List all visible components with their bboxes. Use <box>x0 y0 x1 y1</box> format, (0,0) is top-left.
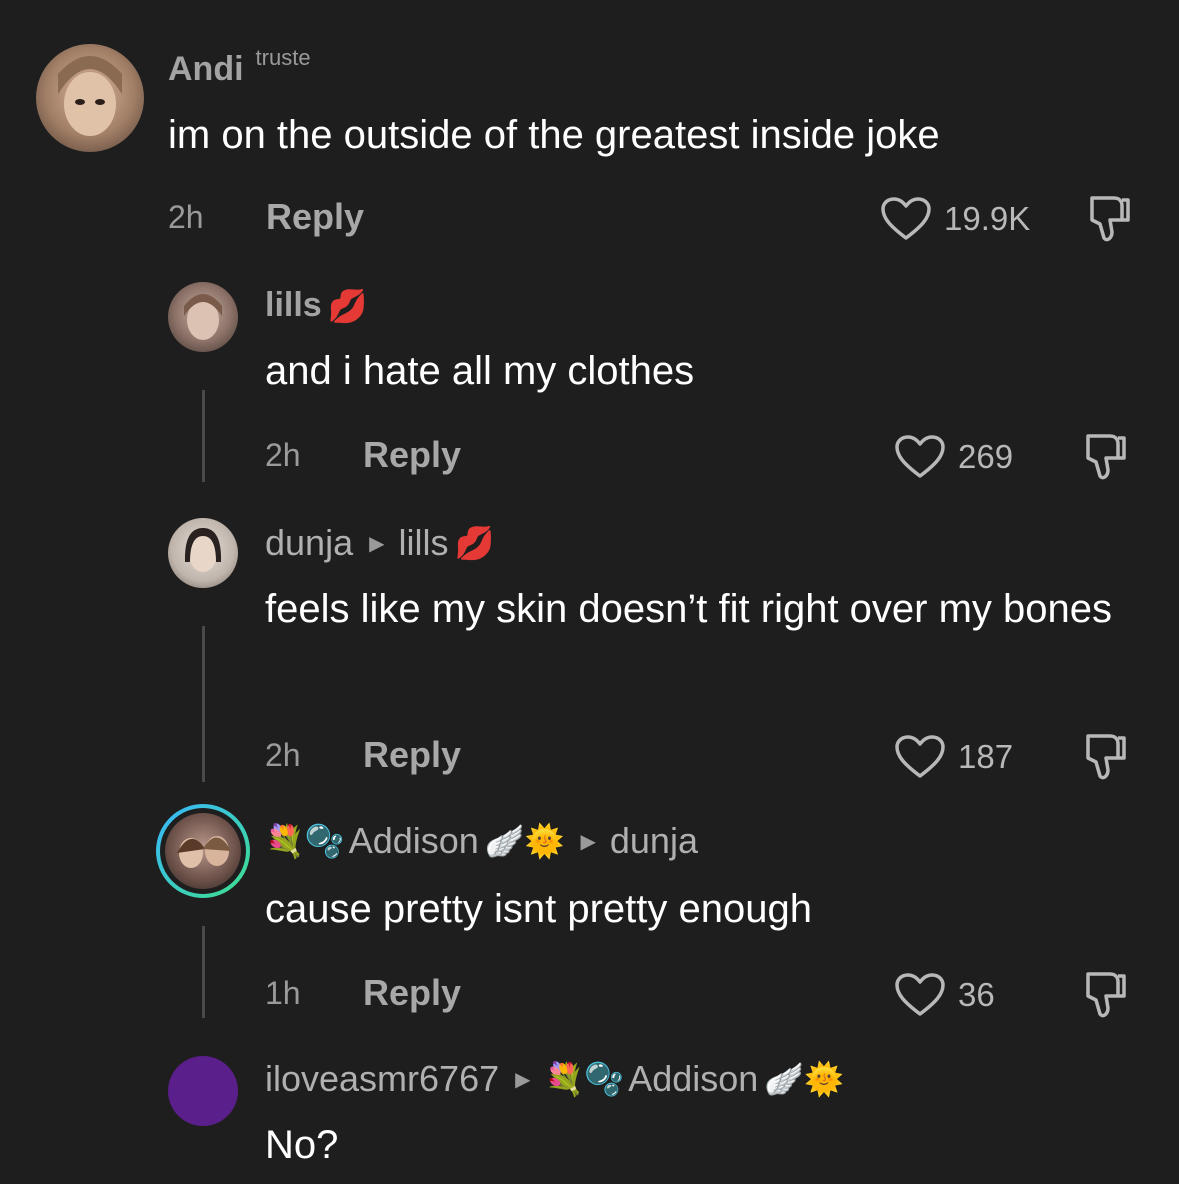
heart-icon[interactable] <box>894 972 946 1018</box>
avatar[interactable] <box>168 1056 238 1126</box>
like-count: 36 <box>958 976 995 1013</box>
username[interactable]: dunja <box>265 522 353 564</box>
thread-line <box>202 390 205 482</box>
avatar[interactable] <box>168 518 238 588</box>
avatar[interactable] <box>36 44 144 152</box>
reply-to-username[interactable]: Addison <box>628 1058 758 1100</box>
comment-text: and i hate all my clothes <box>265 349 695 393</box>
dislike-icon[interactable] <box>1074 732 1130 784</box>
dislike-icon[interactable] <box>1074 970 1130 1022</box>
username[interactable]: Andi <box>168 50 244 89</box>
reply-arrow-icon: ▶ <box>515 1068 531 1091</box>
kiss-emoji: 💋 <box>454 524 495 562</box>
reply-arrow-icon: ▶ <box>369 532 385 555</box>
comment-text: cause pretty isnt pretty enough <box>265 887 812 931</box>
thread-line <box>202 926 205 1018</box>
user-tag: truste <box>255 44 311 70</box>
timestamp: 1h <box>265 974 301 1011</box>
reply-arrow-icon: ▶ <box>580 830 596 853</box>
reply-button[interactable]: Reply <box>363 972 461 1014</box>
like-count: 269 <box>958 438 1014 475</box>
reply-to-username[interactable]: lills <box>398 522 448 564</box>
kiss-emoji: 💋 <box>327 286 368 325</box>
heart-icon[interactable] <box>880 196 932 242</box>
username[interactable]: iloveasmr6767 <box>265 1058 499 1100</box>
heart-icon[interactable] <box>894 434 946 480</box>
dislike-icon[interactable] <box>1074 432 1130 484</box>
comment-text: im on the outside of the greatest inside… <box>168 113 940 157</box>
comment-text: No? <box>265 1123 339 1167</box>
reply-button[interactable]: Reply <box>266 196 364 238</box>
reply-to-username[interactable]: dunja <box>610 820 698 862</box>
timestamp: 2h <box>168 198 204 235</box>
timestamp: 2h <box>265 436 301 473</box>
wing-sun-emoji: 🪽🌞 <box>484 822 565 860</box>
story-ring[interactable] <box>156 804 250 898</box>
username[interactable]: Addison <box>349 820 479 862</box>
wing-sun-emoji: 🪽🌞 <box>764 1060 844 1098</box>
heart-icon[interactable] <box>894 734 946 780</box>
reply-button[interactable]: Reply <box>363 734 461 776</box>
dislike-icon[interactable] <box>1078 194 1134 246</box>
avatar[interactable] <box>165 813 241 889</box>
timestamp: 2h <box>265 736 301 773</box>
thread-line <box>202 626 205 782</box>
comment-text: feels like my skin doesn’t fit right ove… <box>265 587 1113 631</box>
like-count: 19.9K <box>944 200 1031 237</box>
flower-bubbles-emoji: 💐🫧 <box>544 1060 625 1098</box>
flower-bubbles-emoji: 💐🫧 <box>265 822 345 860</box>
avatar[interactable] <box>168 282 238 352</box>
username[interactable]: lills <box>265 286 322 325</box>
reply-button[interactable]: Reply <box>363 434 461 476</box>
like-count: 187 <box>958 738 1014 775</box>
